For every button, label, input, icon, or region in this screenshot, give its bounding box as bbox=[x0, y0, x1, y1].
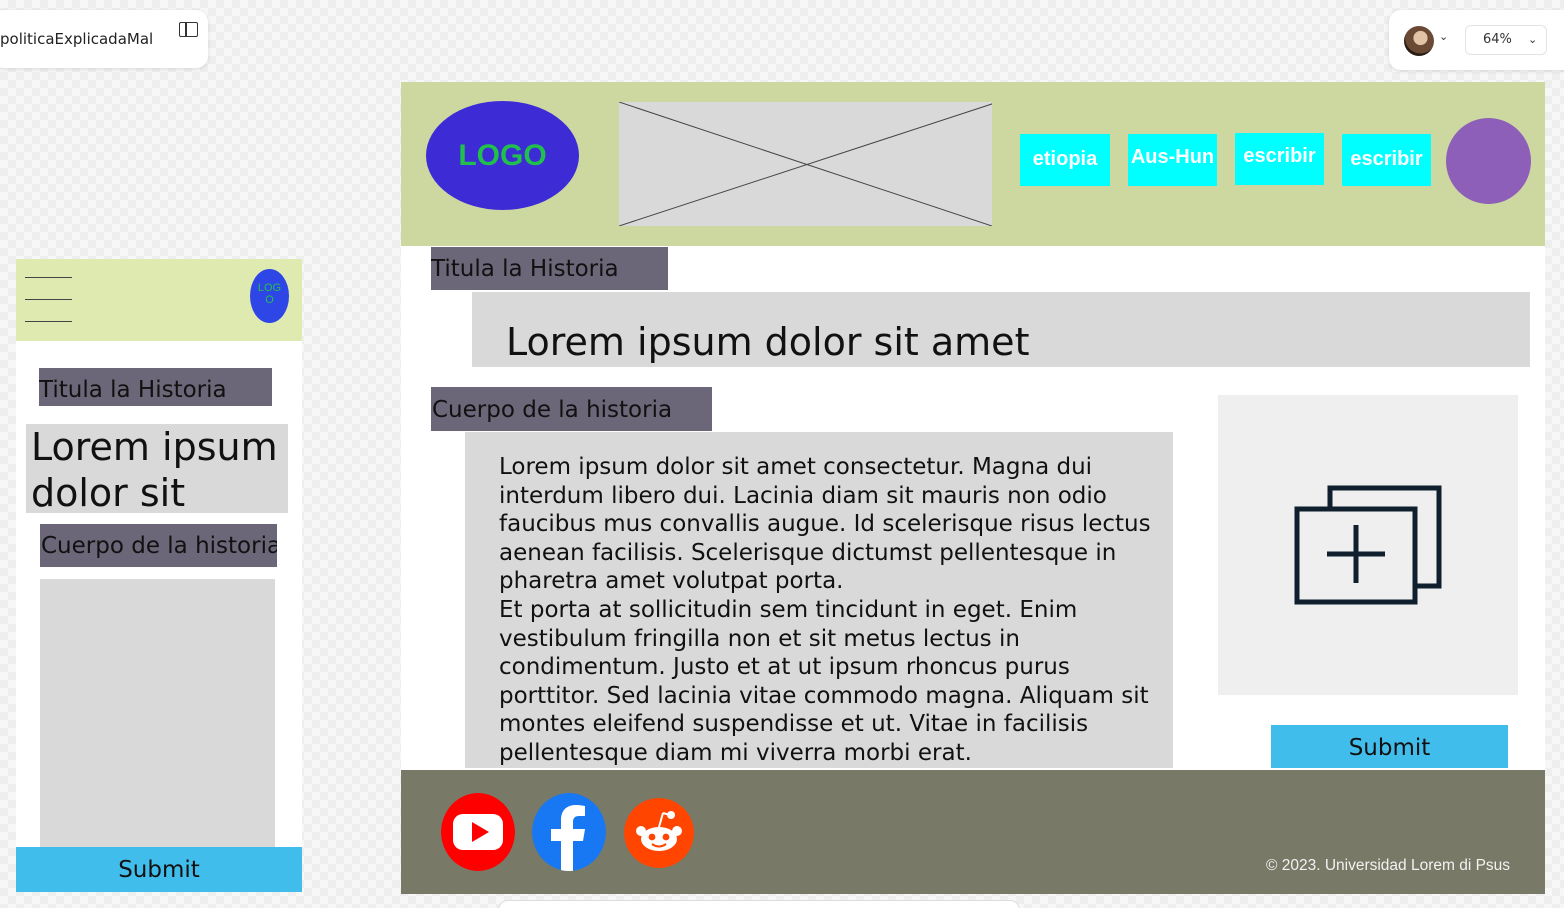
mobile-title-label: Titula la Historia bbox=[39, 368, 272, 406]
body-paragraph-1: Lorem ipsum dolor sit amet consectetur. … bbox=[499, 454, 1151, 595]
bottom-toolbar[interactable] bbox=[498, 900, 1020, 908]
profile-circle[interactable] bbox=[1446, 118, 1531, 204]
hamburger-line-3[interactable] bbox=[25, 321, 72, 322]
desktop-logo: LOGO bbox=[426, 101, 579, 210]
facebook-icon[interactable] bbox=[532, 793, 606, 871]
nav-button-escribir-2[interactable]: escribir bbox=[1342, 134, 1431, 186]
mobile-submit-button[interactable]: Submit bbox=[16, 847, 302, 892]
avatar-chevron-down-icon[interactable]: ⌄ bbox=[1439, 30, 1448, 43]
zoom-chevron-down-icon: ⌄ bbox=[1528, 33, 1538, 46]
image-placeholder-icon bbox=[618, 101, 999, 227]
user-avatar[interactable] bbox=[1404, 26, 1434, 56]
file-name: politicaExplicadaMal bbox=[0, 30, 154, 48]
nav-button-escribir-1[interactable]: escribir bbox=[1235, 133, 1324, 185]
sidebar-toggle-icon[interactable] bbox=[179, 22, 198, 37]
file-name-chip[interactable]: politicaExplicadaMal bbox=[0, 10, 208, 68]
desktop-headline[interactable]: Lorem ipsum dolor sit amet bbox=[472, 292, 1530, 367]
mobile-body-textarea[interactable] bbox=[40, 579, 275, 847]
desktop-title-label: Titula la Historia bbox=[431, 247, 668, 290]
desktop-submit-button[interactable]: Submit bbox=[1271, 725, 1508, 768]
image-upload-area[interactable] bbox=[1218, 395, 1518, 695]
image-placeholder bbox=[618, 101, 999, 227]
mobile-headline[interactable]: Lorem ipsum dolor sit amet bbox=[26, 424, 288, 513]
nav-button-etiopia[interactable]: etiopia bbox=[1020, 134, 1110, 186]
desktop-body-label: Cuerpo de la historia bbox=[431, 387, 712, 431]
zoom-value: 64% bbox=[1483, 32, 1512, 47]
youtube-icon[interactable] bbox=[441, 793, 515, 871]
body-paragraph-2: Et porta at sollicitudin sem tincidunt i… bbox=[499, 596, 1149, 766]
hamburger-line-1[interactable] bbox=[25, 277, 72, 278]
add-image-icon bbox=[1294, 485, 1442, 605]
reddit-icon[interactable] bbox=[624, 798, 694, 868]
top-right-toolbar: ⌄ 64% ⌄ bbox=[1389, 10, 1564, 70]
mobile-logo-text: LOG O bbox=[257, 282, 282, 306]
copyright-text: © 2023. Universidad Lorem di Psus bbox=[1266, 857, 1511, 874]
zoom-select[interactable]: 64% ⌄ bbox=[1465, 25, 1547, 55]
nav-button-aus-hun[interactable]: Aus-Hun bbox=[1128, 134, 1217, 186]
mobile-logo: LOG O bbox=[250, 269, 289, 323]
mobile-body-label: Cuerpo de la historia bbox=[40, 524, 277, 567]
desktop-body-textarea[interactable]: Lorem ipsum dolor sit amet consectetur. … bbox=[465, 432, 1173, 768]
hamburger-line-2[interactable] bbox=[25, 299, 72, 300]
